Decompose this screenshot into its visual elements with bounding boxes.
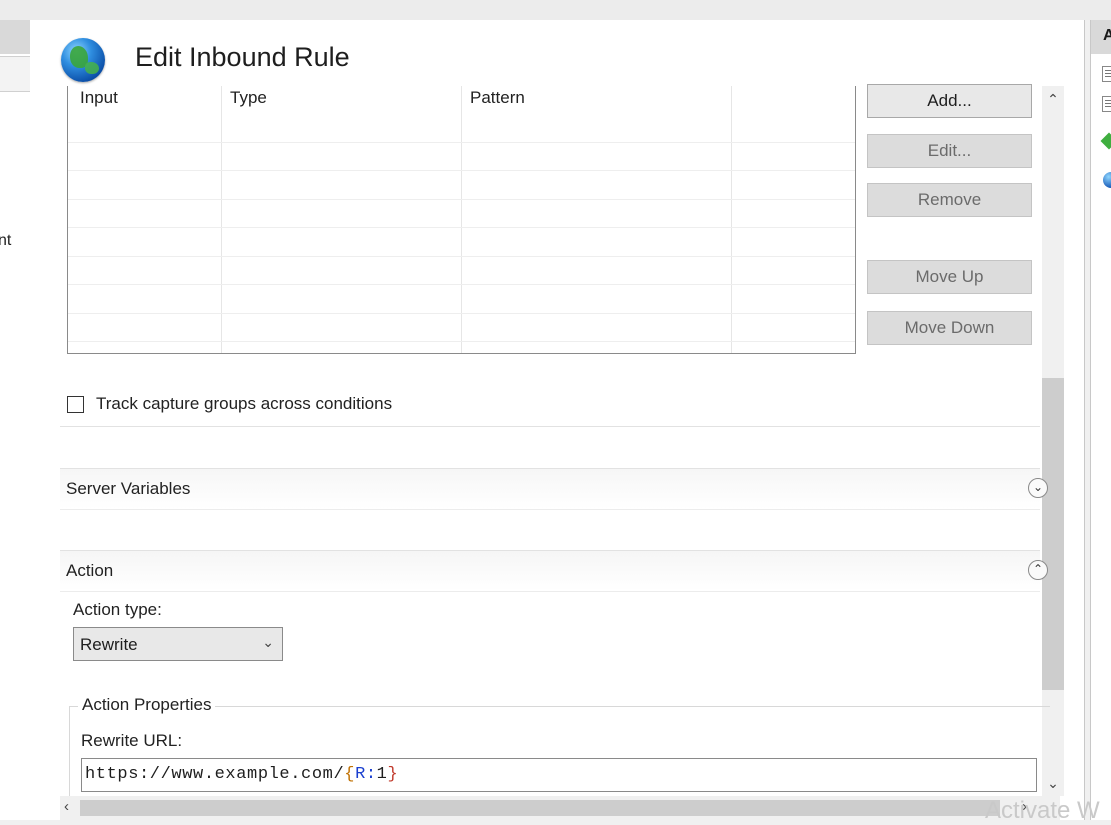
vertical-scroll-thumb[interactable]: [1042, 378, 1064, 690]
add-condition-button[interactable]: Add...: [867, 84, 1032, 118]
vertical-scrollbar[interactable]: ⌃ ⌄: [1042, 86, 1064, 796]
server-variables-title: Server Variables: [66, 479, 191, 498]
rewrite-url-input[interactable]: https://www.example.com/{R:1}: [81, 758, 1037, 792]
divider: [60, 426, 1040, 427]
connections-pane: nt: [0, 20, 43, 820]
top-strip: [0, 0, 1111, 20]
rewrite-url-variable: R:: [355, 765, 377, 784]
grid-row-line: [68, 313, 855, 314]
grid-row-line: [68, 170, 855, 171]
server-variables-section-header[interactable]: Server Variables ⌄: [60, 468, 1048, 510]
grid-row-line: [68, 284, 855, 285]
action-section-header[interactable]: Action ⌃: [60, 550, 1048, 592]
horizontal-scroll-thumb[interactable]: [80, 800, 1000, 816]
rewrite-url-value: https://www.example.com/{R:1}: [85, 765, 398, 784]
actions-pane-header: A: [1091, 20, 1111, 54]
column-header-input[interactable]: Input: [80, 88, 118, 108]
chevron-up-icon[interactable]: ⌃: [1042, 88, 1064, 110]
page-title: Edit Inbound Rule: [135, 42, 350, 72]
rewrite-url-close-brace: }: [387, 765, 399, 784]
activation-watermark: Activate W: [985, 797, 1100, 824]
grid-row-line: [68, 256, 855, 257]
conditions-grid[interactable]: Input Type Pattern: [67, 86, 856, 354]
actions-pane-title: A: [1103, 27, 1111, 45]
connections-pane-tab[interactable]: [0, 56, 30, 92]
column-header-type[interactable]: Type: [230, 88, 267, 108]
globe-icon: [61, 38, 105, 82]
grid-row-line: [68, 199, 855, 200]
connections-pane-header: [0, 20, 30, 54]
rewrite-url-index: 1: [376, 765, 388, 784]
action-title: Action: [66, 561, 114, 580]
rewrite-url-label: Rewrite URL:: [81, 731, 183, 750]
actions-pane: A: [1090, 20, 1111, 820]
horizontal-scrollbar[interactable]: ‹ ›: [60, 796, 1060, 820]
grid-row-line: [68, 341, 855, 342]
chevron-left-icon[interactable]: ‹: [64, 798, 69, 815]
track-capture-checkbox[interactable]: [67, 396, 84, 413]
edit-inbound-rule-pane: Edit Inbound Rule Input Type Pattern Add…: [42, 20, 1085, 820]
rewrite-url-prefix: https://www.example.com/: [85, 765, 345, 784]
connections-pane-clipped-label: nt: [0, 232, 12, 249]
action-type-label: Action type:: [73, 600, 162, 619]
document-icon[interactable]: [1102, 96, 1111, 112]
action-type-value: Rewrite: [80, 635, 138, 654]
remove-condition-button[interactable]: Remove: [867, 183, 1032, 217]
apply-icon[interactable]: [1100, 132, 1111, 150]
grid-row-line: [68, 142, 855, 143]
grid-row-line: [68, 227, 855, 228]
move-down-button[interactable]: Move Down: [867, 311, 1032, 345]
column-header-pattern[interactable]: Pattern: [470, 88, 525, 108]
expand-chevron-icon[interactable]: ⌄: [1028, 478, 1048, 498]
action-type-select[interactable]: Rewrite ⌄: [73, 627, 283, 661]
track-capture-label[interactable]: Track capture groups across conditions: [96, 394, 392, 414]
edit-condition-button[interactable]: Edit...: [867, 134, 1032, 168]
rewrite-url-open-brace: {: [344, 765, 356, 784]
globe-icon[interactable]: [1103, 172, 1111, 188]
move-up-button[interactable]: Move Up: [867, 260, 1032, 294]
action-properties-legend: Action Properties: [78, 695, 216, 715]
collapse-chevron-icon[interactable]: ⌃: [1028, 560, 1048, 580]
document-icon[interactable]: [1102, 66, 1111, 82]
chevron-down-icon: ⌄: [262, 634, 274, 650]
